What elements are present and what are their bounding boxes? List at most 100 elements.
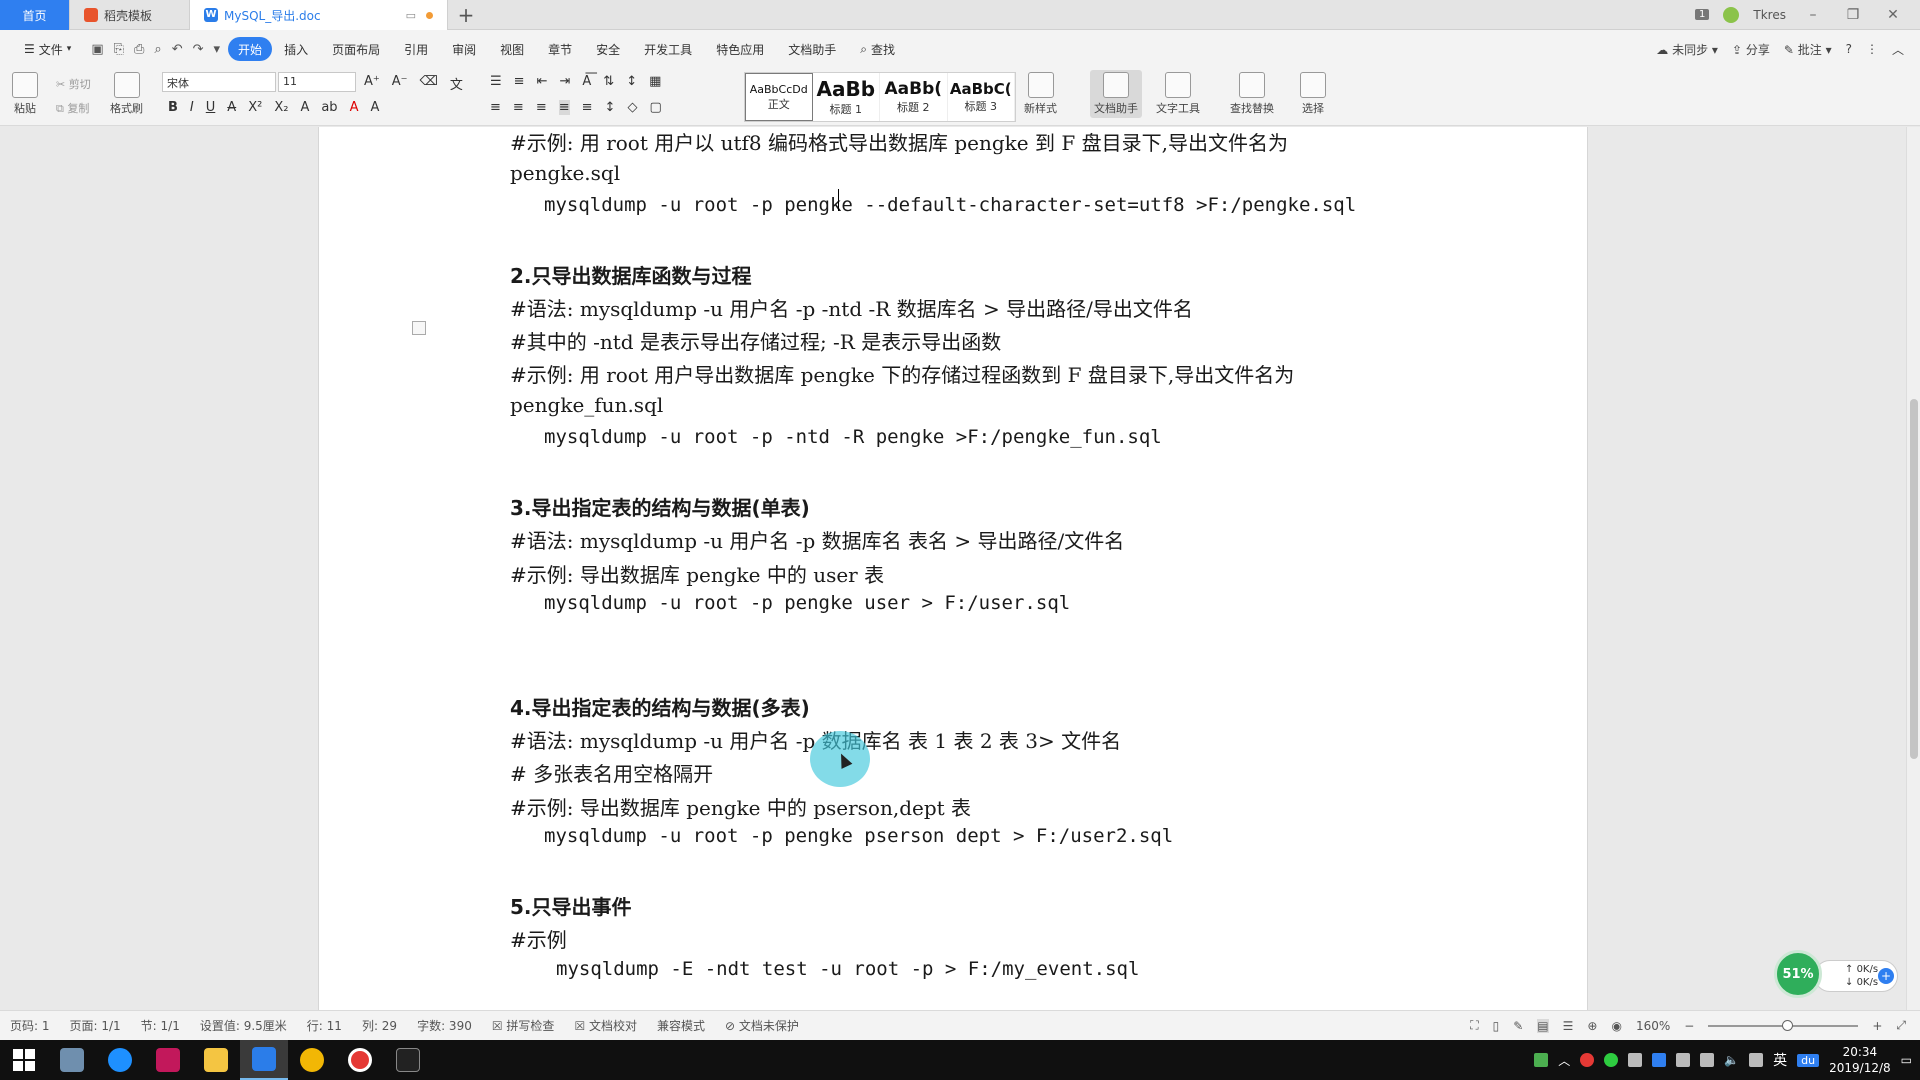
tab-security[interactable]: 安全 (584, 37, 632, 61)
doc-heading-3[interactable]: 3.导出指定表的结构与数据(单表) (510, 492, 810, 521)
tab-document[interactable]: W MySQL_导出.doc ▭ (190, 0, 448, 30)
tray-expand-icon[interactable]: ︿ (1558, 1052, 1570, 1069)
font-name-select[interactable]: 宋体 (162, 72, 276, 92)
user-name[interactable]: Tkres (1753, 8, 1786, 22)
doc-code-5[interactable]: mysqldump -E -ndt test -u root -p > F:/m… (556, 958, 1139, 980)
sort-icon[interactable]: ⇅ (603, 74, 614, 89)
doc-line-1[interactable]: #示例: 用 root 用户以 utf8 编码格式导出数据库 pengke 到 … (510, 127, 1288, 156)
status-words[interactable]: 字数: 390 (417, 1017, 492, 1034)
clear-format-icon[interactable]: ⌫ (420, 74, 438, 93)
style-heading1[interactable]: AaBb 标题 1 (813, 73, 880, 121)
font-color-icon[interactable]: A (350, 100, 359, 115)
status-setting[interactable]: 设置值: 9.5厘米 (200, 1017, 307, 1034)
doc-line-3[interactable]: #语法: mysqldump -u 用户名 -p -ntd -R 数据库名 > … (510, 293, 1193, 322)
shrink-font-icon[interactable]: A⁻ (392, 74, 408, 93)
scrollbar-thumb[interactable] (1910, 399, 1918, 759)
wechat-icon[interactable] (1604, 1053, 1619, 1067)
numbered-list-icon[interactable]: ≡ (514, 74, 525, 89)
zoom-slider[interactable] (1708, 1019, 1859, 1031)
char-shading-icon[interactable]: A (370, 100, 379, 115)
taskbar-app-terminal[interactable] (384, 1040, 432, 1080)
doc-line-8[interactable]: #示例: 导出数据库 pengke 中的 user 表 (510, 559, 884, 588)
doc-code-1[interactable]: mysqldump -u root -p pengke --default-ch… (544, 194, 1356, 216)
page-view-icon[interactable]: ▤ (1537, 1018, 1549, 1033)
app-tray-icon[interactable] (1652, 1053, 1667, 1067)
search-button[interactable]: ⌕ 查找 (848, 37, 907, 61)
tab-features[interactable]: 特色应用 (704, 37, 776, 61)
copy-button[interactable]: ⧉ 复制 (56, 100, 89, 116)
zoom-out-icon[interactable]: − (1684, 1019, 1694, 1033)
baidu-ime-icon[interactable]: du (1797, 1053, 1820, 1067)
print-preview-icon[interactable]: ⌕ (154, 42, 161, 57)
restore-button[interactable]: ❐ (1840, 7, 1866, 23)
taskbar-app-1[interactable] (48, 1040, 96, 1080)
protect-button[interactable]: ⊘ 文档未保护 (725, 1017, 819, 1034)
help-icon[interactable]: ? (1846, 42, 1852, 56)
vertical-scrollbar[interactable] (1906, 127, 1920, 1010)
cut-button[interactable]: ✂ 剪切 (56, 76, 91, 92)
borders-icon[interactable]: ▢ (649, 100, 661, 115)
window-count-badge[interactable]: 1 (1695, 9, 1710, 20)
bullet-list-icon[interactable]: ☰ (490, 74, 502, 89)
tab-references[interactable]: 引用 (392, 37, 440, 61)
read-mode-icon[interactable]: ▯ (1493, 1019, 1500, 1033)
doc-assistant-button[interactable]: 文档助手 (1090, 70, 1142, 118)
align-left-icon[interactable]: ≡ (490, 100, 501, 115)
doc-line-12[interactable]: #示例 (510, 924, 567, 953)
web-view-icon[interactable]: ⊕ (1587, 1019, 1597, 1033)
text-tools-button[interactable]: 文字工具 (1156, 72, 1200, 116)
italic-icon[interactable]: I (190, 100, 194, 115)
paste-button[interactable]: 粘贴 (12, 72, 38, 116)
more-icon[interactable]: ⋮ (1866, 42, 1878, 56)
tab-developer[interactable]: 开发工具 (632, 37, 704, 61)
new-style-button[interactable]: 新样式 (1024, 72, 1057, 116)
taskbar-app-recorder[interactable] (336, 1040, 384, 1080)
taskbar-app-wps[interactable] (240, 1040, 288, 1080)
subscript-icon[interactable]: X₂ (274, 100, 288, 115)
close-button[interactable]: ✕ (1880, 7, 1906, 23)
zoom-level[interactable]: 160% (1636, 1019, 1670, 1033)
fit-page-icon[interactable]: ⤢ (1896, 1018, 1906, 1033)
save-icon[interactable]: ▣ (91, 42, 103, 57)
doc-code-3[interactable]: mysqldump -u root -p pengke user > F:/us… (544, 592, 1070, 614)
share-button[interactable]: ⇪ 分享 (1732, 41, 1770, 58)
table-icon[interactable]: ▦ (649, 74, 661, 89)
taskbar-app-idea[interactable] (144, 1040, 192, 1080)
spell-check-button[interactable]: ☒ 拼写检查 (492, 1017, 575, 1034)
tab-doc-assistant[interactable]: 文档助手 (776, 37, 848, 61)
style-heading2[interactable]: AaBb( 标题 2 (880, 73, 948, 121)
font-size-select[interactable]: 11 (278, 72, 356, 92)
taskbar-app-5[interactable] (288, 1040, 336, 1080)
tab-template[interactable]: 稻壳模板 (70, 0, 190, 30)
doc-line-6[interactable]: pengke_fun.sql (510, 393, 663, 417)
bold-icon[interactable]: B (168, 100, 178, 115)
comment-button[interactable]: ✎ 批注 ▾ (1784, 41, 1832, 58)
start-button[interactable] (0, 1040, 48, 1080)
highlight-icon[interactable]: ab (321, 100, 337, 115)
tab-start[interactable]: 开始 (228, 37, 273, 61)
zoom-in-icon[interactable]: + (1872, 1019, 1882, 1033)
file-menu[interactable]: ☰ 文件 ▾ (12, 37, 83, 61)
change-case-icon[interactable]: A͞ (582, 74, 591, 89)
line-spacing-icon[interactable]: ↕ (605, 100, 616, 115)
tab-review[interactable]: 审阅 (440, 37, 488, 61)
antivirus-icon[interactable] (1628, 1053, 1643, 1067)
align-right-icon[interactable]: ≡ (536, 100, 547, 115)
text-effect-icon[interactable]: A (300, 100, 309, 115)
superscript-icon[interactable]: X² (248, 100, 262, 115)
tab-view[interactable]: 视图 (488, 37, 536, 61)
document-page[interactable] (318, 127, 1588, 1010)
float-window-icon[interactable]: ▭ (406, 9, 416, 22)
minimize-button[interactable]: – (1800, 7, 1826, 23)
doc-code-4[interactable]: mysqldump -u root -p pengke pserson dept… (544, 825, 1173, 847)
doc-line-4[interactable]: #其中的 -ntd 是表示导出存储过程; -R 是表示导出函数 (510, 326, 1001, 355)
export-icon[interactable]: ⎘ (114, 42, 124, 57)
collapse-ribbon-icon[interactable]: ︿ (1892, 41, 1904, 58)
tab-home[interactable]: 首页 (0, 0, 70, 30)
status-section[interactable]: 节: 1/1 (141, 1017, 200, 1034)
shading-icon[interactable]: ◇ (627, 100, 637, 115)
taskbar-app-explorer[interactable] (192, 1040, 240, 1080)
tab-insert[interactable]: 插入 (272, 37, 320, 61)
tab-chapter[interactable]: 章节 (536, 37, 584, 61)
status-page[interactable]: 页面: 1/1 (70, 1017, 141, 1034)
